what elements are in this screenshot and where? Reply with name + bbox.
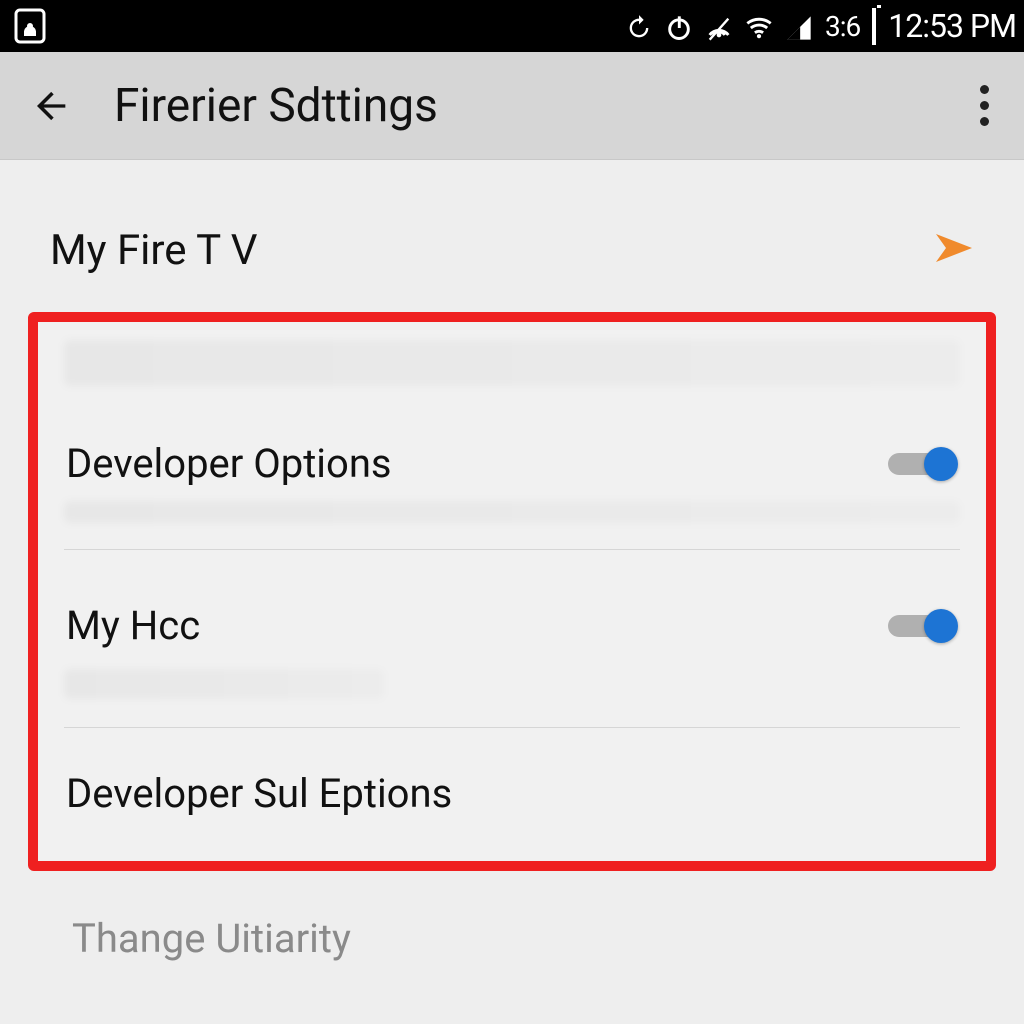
highlighted-region: Developer Options My Hcc Developer Sul E… xyxy=(28,312,996,871)
overflow-menu-button[interactable] xyxy=(964,76,1004,136)
toggle-developer-options[interactable] xyxy=(888,446,958,482)
toggle-my-hcc[interactable] xyxy=(888,608,958,644)
wifi-icon xyxy=(745,10,773,43)
setting-label: My Hcc xyxy=(66,602,200,649)
setting-developer-sul-eptions[interactable]: Developer Sul Eptions xyxy=(38,728,986,845)
power-icon xyxy=(665,10,693,43)
footer-section-label: Thange Uitiarity xyxy=(28,871,996,962)
setting-label: Developer Sul Eptions xyxy=(66,770,452,817)
blurred-row xyxy=(64,669,384,699)
android-status-bar: 3:6 12:53 PM xyxy=(0,0,1024,52)
setting-developer-options[interactable]: Developer Options xyxy=(38,422,986,493)
blurred-row xyxy=(64,340,960,386)
section-my-fire-tv[interactable]: My Fire T V xyxy=(28,218,996,282)
page-title: Firerier Sdttings xyxy=(114,79,964,133)
battery-icon xyxy=(872,10,876,43)
status-clock: 12:53 PM xyxy=(888,7,1016,45)
orange-arrow-icon xyxy=(926,224,974,276)
notification-icon xyxy=(10,6,50,53)
settings-content: My Fire T V Developer Options My Hcc Dev… xyxy=(0,160,1024,962)
setting-label: Developer Options xyxy=(66,440,392,487)
hotspot-icon xyxy=(705,10,733,43)
rotate-icon xyxy=(625,10,653,43)
status-secondary-text: 3:6 xyxy=(825,10,860,43)
section-label: My Fire T V xyxy=(50,226,258,275)
cellular-icon xyxy=(785,10,813,43)
app-bar: Firerier Sdttings xyxy=(0,52,1024,160)
blurred-row xyxy=(64,501,960,523)
setting-my-hcc[interactable]: My Hcc xyxy=(38,550,986,655)
back-button[interactable] xyxy=(30,84,74,128)
